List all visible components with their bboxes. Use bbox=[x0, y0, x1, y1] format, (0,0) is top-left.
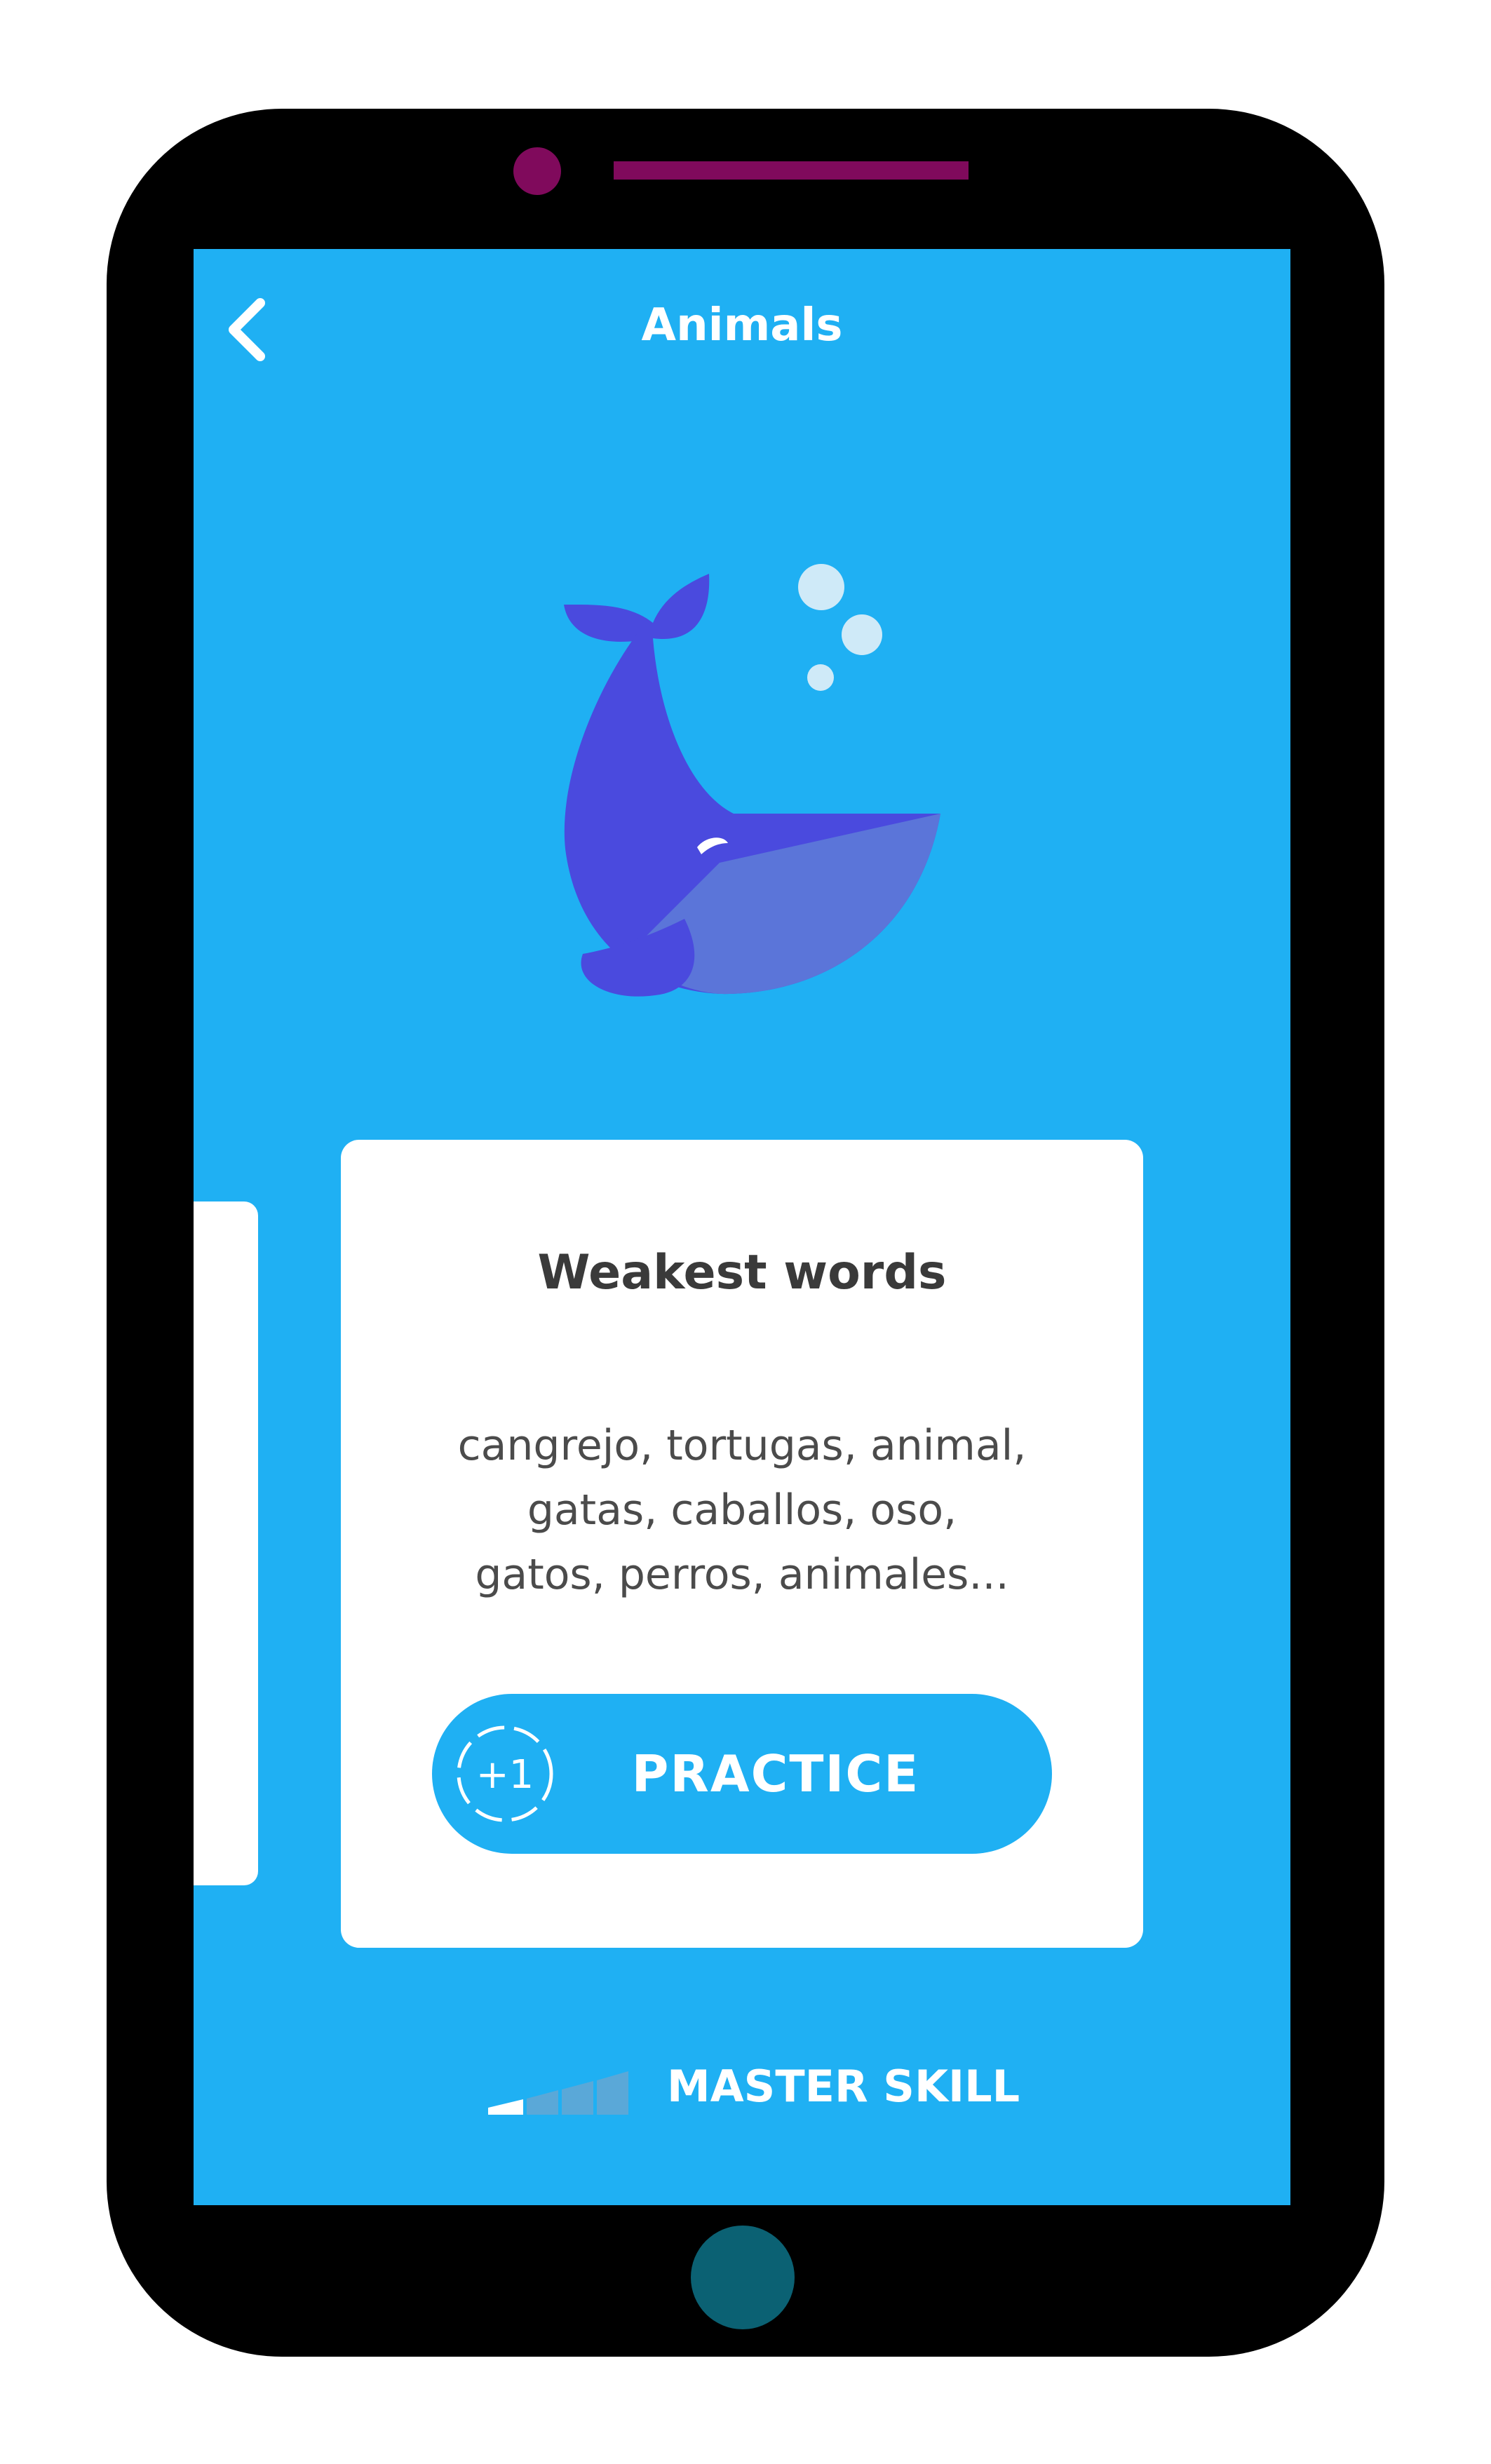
word-line: gatos, perros, animales... bbox=[475, 1550, 1009, 1599]
weakest-words-list: cangrejo, tortugas, animal, gatas, cabal… bbox=[341, 1413, 1143, 1607]
master-skill-button[interactable]: MASTER SKILL bbox=[488, 2045, 1020, 2129]
practice-button[interactable]: +1 PRACTICE bbox=[432, 1694, 1052, 1854]
badge-text: +1 bbox=[476, 1752, 534, 1798]
plus-one-badge-icon: +1 bbox=[457, 1725, 553, 1822]
whale-tail bbox=[564, 574, 710, 642]
home-button[interactable] bbox=[691, 2226, 795, 2329]
master-skill-label: MASTER SKILL bbox=[667, 2061, 1020, 2112]
practice-label: PRACTICE bbox=[631, 1744, 920, 1803]
page-title: Animals bbox=[641, 299, 843, 351]
strength-bars-icon bbox=[488, 2071, 628, 2115]
app-screen: Animals Weakest words cangrejo, tortugas… bbox=[194, 249, 1290, 2205]
bubble-large bbox=[798, 564, 844, 610]
page: Animals Weakest words cangrejo, tortugas… bbox=[0, 0, 1491, 2464]
word-line: gatas, caballos, oso, bbox=[527, 1486, 957, 1535]
previous-card-peek[interactable] bbox=[194, 1201, 258, 1885]
bubble-medium bbox=[842, 614, 882, 655]
word-line: cangrejo, tortugas, animal, bbox=[457, 1421, 1027, 1470]
weakest-words-card: Weakest words cangrejo, tortugas, animal… bbox=[341, 1140, 1143, 1948]
whale-illustration bbox=[564, 564, 940, 997]
earpiece-speaker bbox=[614, 161, 969, 180]
card-title: Weakest words bbox=[537, 1245, 947, 1300]
front-camera bbox=[513, 147, 561, 195]
bubble-small bbox=[807, 664, 834, 691]
